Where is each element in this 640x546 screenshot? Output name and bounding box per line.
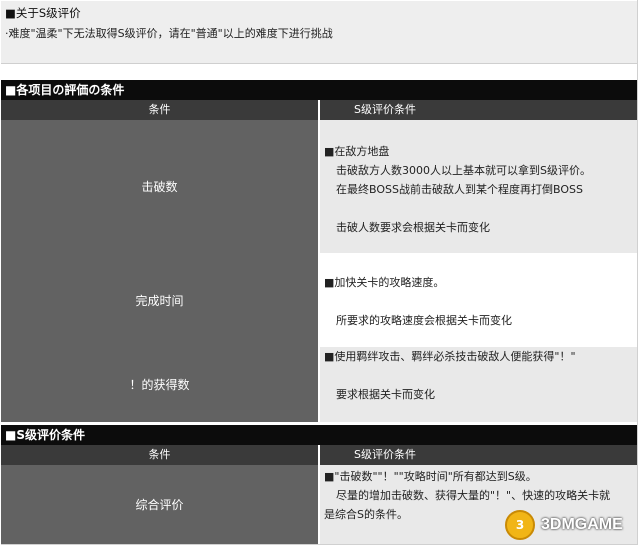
column-header-s-rank: S级评价条件 xyxy=(320,100,637,120)
column-header-condition-2: 条件 xyxy=(1,445,318,465)
section-title-s-rank-conditions: ■S级评价条件 xyxy=(1,425,637,445)
desc-line: ■加快关卡的攻略速度。 xyxy=(324,276,445,289)
mascot-icon: 3 xyxy=(505,510,535,540)
desc-line: ■使用羁绊攻击、羁绊必杀技击破敌人便能获得"！" xyxy=(324,350,576,363)
column-header-s-rank-label-2: S级评价条件 xyxy=(354,448,416,461)
column-header-s-rank-label: S级评价条件 xyxy=(354,103,416,116)
row-desc-clear-time: ■加快关卡的攻略速度。 所要求的攻略速度会根据关卡而变化 xyxy=(320,253,637,347)
row-label-kills: 击破数 xyxy=(1,120,318,253)
desc-line: ■"击破数""！""攻略时间"所有都达到S级。 xyxy=(324,470,537,483)
watermark-logo: 3 3DMGAME xyxy=(505,508,635,542)
desc-line: 尽量的增加击破数、获得大量的"！"、快速的攻略关卡就 xyxy=(336,489,611,502)
row-label-exclamation-count: ！的获得数 xyxy=(1,347,318,422)
note-text: ·难度"温柔"下无法取得S级评价，请在"普通"以上的难度下进行挑战 xyxy=(5,27,333,40)
desc-line: 击破敌方人数3000人以上基本就可以拿到S级评价。 xyxy=(336,164,591,177)
row-desc-exclamation-count: ■使用羁绊攻击、羁绊必杀技击破敌人便能获得"！" 要求根据关卡而变化 xyxy=(320,347,637,422)
desc-line: ■在敌方地盘 xyxy=(324,145,390,158)
row-label-clear-time: 完成时间 xyxy=(1,253,318,347)
desc-line: 要求根据关卡而变化 xyxy=(336,388,435,401)
desc-line: 击破人数要求会根据关卡而变化 xyxy=(336,221,490,234)
row-label-overall: 综合评价 xyxy=(1,465,318,544)
note-box: ■关于S级评价 ·难度"温柔"下无法取得S级评价，请在"普通"以上的难度下进行挑… xyxy=(1,1,637,64)
column-header-condition: 条件 xyxy=(1,100,318,120)
watermark-text: 3DMGAME xyxy=(541,516,623,533)
section-title-item-conditions: ■各项目の評価の条件 xyxy=(1,80,637,100)
desc-line: 在最终BOSS战前击破敌人到某个程度再打倒BOSS xyxy=(336,183,583,196)
column-header-s-rank-2: S级评价条件 xyxy=(320,445,637,465)
desc-line: 所要求的攻略速度会根据关卡而变化 xyxy=(336,314,512,327)
note-title: ■关于S级评价 xyxy=(5,6,81,20)
row-desc-kills: ■在敌方地盘 击破敌方人数3000人以上基本就可以拿到S级评价。 在最终BOSS… xyxy=(320,120,637,253)
